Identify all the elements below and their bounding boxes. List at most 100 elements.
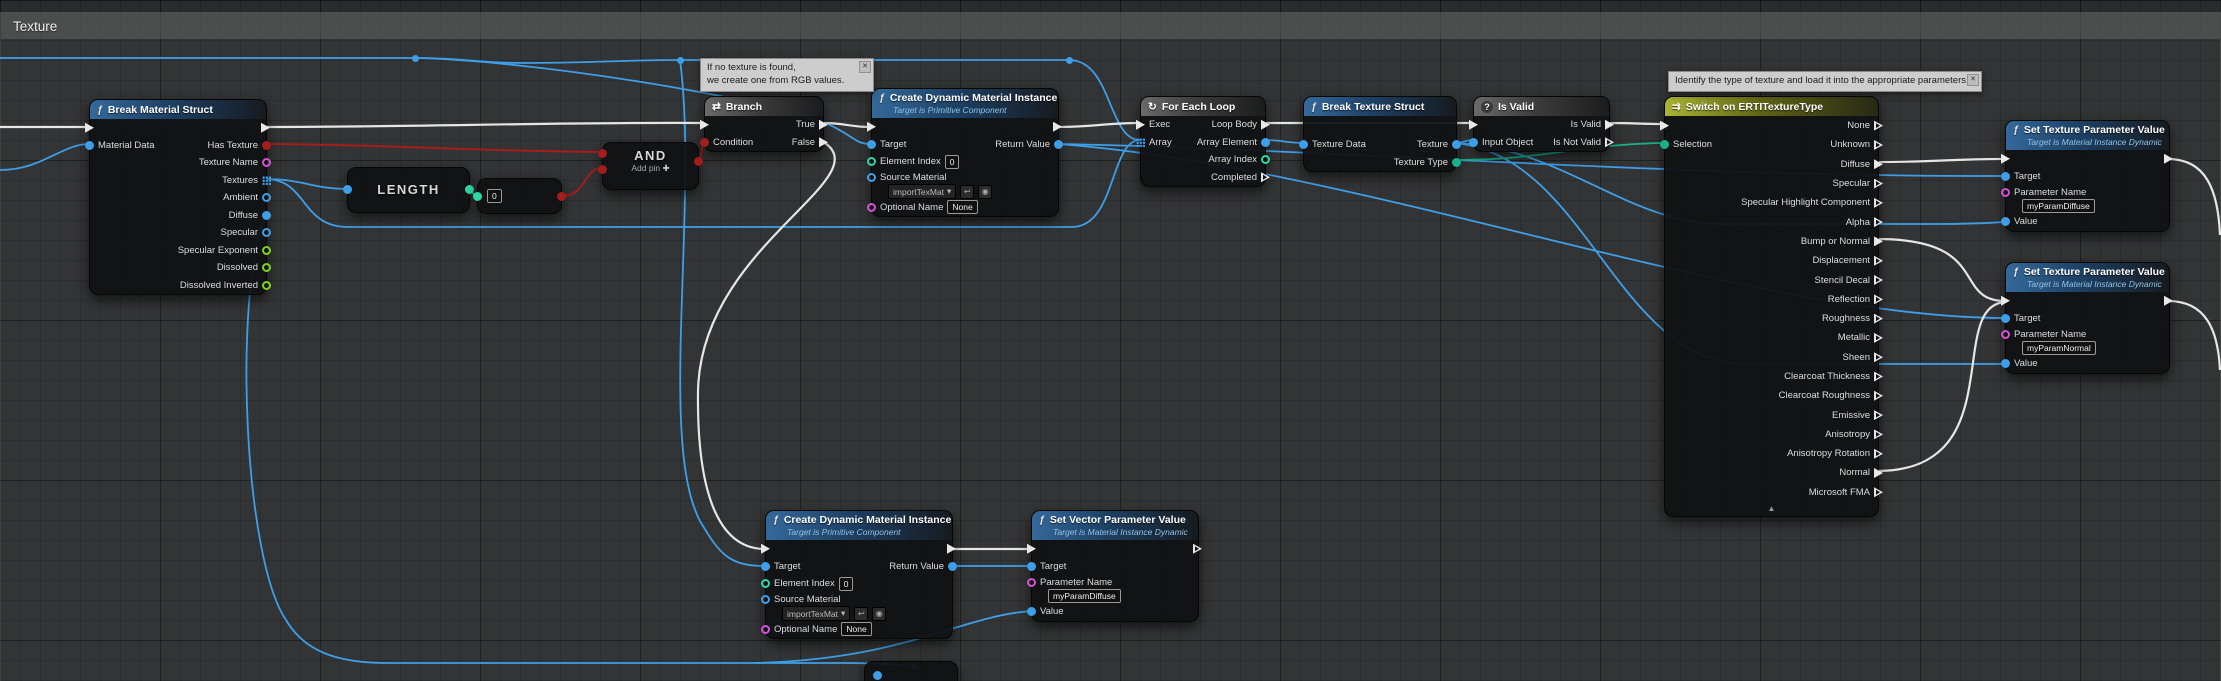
pin-target[interactable] (761, 562, 770, 571)
pin-target[interactable] (867, 140, 876, 149)
exec-in-pin[interactable] (761, 544, 770, 554)
close-icon[interactable]: ✕ (1967, 74, 1979, 86)
parameter-name-box[interactable]: myParamNormal (2022, 341, 2096, 355)
pin-textures-array[interactable] (262, 176, 271, 185)
node-set-texture-parameter-value-2[interactable]: ƒ Set Texture Parameter Value Target is … (2005, 262, 2170, 374)
value-box[interactable]: 0 (487, 189, 502, 203)
exec-in-pin[interactable] (1136, 120, 1145, 130)
pin-element-index[interactable] (867, 157, 876, 166)
pin-material-data[interactable] (85, 141, 94, 150)
reroute-node[interactable] (677, 57, 684, 64)
node-for-each-loop[interactable]: ↻ For Each Loop Exec Loop Body Array Arr… (1140, 96, 1266, 187)
exec-in-pin[interactable] (867, 122, 876, 132)
pin-selection[interactable] (1660, 140, 1669, 149)
node-is-valid[interactable]: ? Is Valid Is Valid Input Object Is Not … (1473, 96, 1610, 152)
pin-label: Reflection (1828, 294, 1870, 305)
source-material-dropdown[interactable]: importTexMat ▾ (782, 606, 850, 621)
node-subtitle: Target is Primitive Component (787, 527, 945, 537)
pin-parameter-name[interactable] (2001, 330, 2010, 339)
pin-parameter-name[interactable] (2001, 188, 2010, 197)
node-array-length[interactable]: LENGTH (347, 167, 470, 213)
pin-source-material[interactable] (761, 595, 770, 604)
node-greater[interactable]: 0 (477, 178, 562, 214)
pin-texture-data[interactable] (1299, 140, 1308, 149)
node-set-vector-parameter-value[interactable]: ƒ Set Vector Parameter Value Target is M… (1031, 510, 1199, 622)
pin-dissolved-inverted[interactable] (262, 281, 271, 290)
comment-title-bar[interactable]: Texture (1, 13, 2220, 39)
pin-target[interactable] (2001, 314, 2010, 323)
pin-condition[interactable] (700, 138, 709, 147)
pin-a-in[interactable] (473, 192, 482, 201)
use-asset-icon[interactable]: ↩ (854, 607, 868, 621)
pin-label: Stencil Decal (1815, 275, 1870, 286)
element-index-box[interactable]: 0 (839, 577, 854, 591)
pin-label: Value (2014, 358, 2038, 369)
pin-value[interactable] (2001, 217, 2010, 226)
pin-array-element[interactable] (1261, 138, 1270, 147)
pin-return-value[interactable] (948, 562, 957, 571)
pin-and-in-b[interactable] (598, 165, 607, 174)
exec-in-pin[interactable] (2001, 154, 2010, 164)
pin-and-in-a[interactable] (598, 149, 607, 158)
add-pin-expander[interactable]: ▲ (1665, 502, 1878, 516)
pin-length-out[interactable] (465, 185, 474, 194)
pin-return-value[interactable] (1054, 140, 1063, 149)
pin-value[interactable] (2001, 359, 2010, 368)
browse-icon[interactable]: ◉ (872, 607, 886, 621)
pin-optional-name[interactable] (761, 625, 770, 634)
node-break-material-struct[interactable]: ƒ Break Material Struct Material Data Ha… (89, 99, 267, 295)
exec-in-pin[interactable] (1027, 544, 1036, 554)
pin-target[interactable] (2001, 172, 2010, 181)
node-and[interactable]: AND Add pin ✚ (602, 142, 699, 190)
pin-input-object[interactable] (1469, 138, 1478, 147)
exec-in-pin[interactable] (2001, 296, 2010, 306)
close-icon[interactable]: ✕ (859, 61, 871, 73)
exec-in-pin[interactable] (1469, 120, 1478, 130)
pin-label: False (792, 137, 815, 148)
exec-in-pin[interactable] (1660, 121, 1669, 131)
pin-element-index[interactable] (761, 579, 770, 588)
pin-label: Value (1040, 606, 1064, 617)
source-material-dropdown[interactable]: importTexMat ▾ (888, 184, 956, 199)
node-create-dynamic-material-instance-1[interactable]: ƒ Create Dynamic Material Instance Targe… (871, 88, 1059, 217)
node-branch[interactable]: ⇄ Branch True Condition False (704, 96, 824, 152)
node-switch-on-ertitexturetype[interactable]: ⇉ Switch on ERTITextureType None Selecti… (1664, 96, 1879, 517)
node-set-texture-parameter-value-1[interactable]: ƒ Set Texture Parameter Value Target is … (2005, 120, 2170, 232)
partial-node[interactable] (864, 661, 958, 681)
node-title: Set Vector Parameter Value (1050, 514, 1186, 526)
browse-icon[interactable]: ◉ (978, 185, 992, 199)
pin-array-in[interactable] (1136, 138, 1145, 147)
pin-value[interactable] (1027, 607, 1036, 616)
pin-texture-type[interactable] (1452, 158, 1461, 167)
pin-has-texture[interactable] (262, 141, 271, 150)
exec-in-pin[interactable] (700, 120, 709, 130)
pin-target[interactable] (1027, 562, 1036, 571)
pin-optional-name[interactable] (867, 203, 876, 212)
optional-name-box[interactable]: None (841, 622, 871, 636)
pin-parameter-name[interactable] (1027, 578, 1036, 587)
pin-and-out[interactable] (694, 157, 703, 166)
pin-label: Return Value (889, 561, 944, 572)
pin-array-in[interactable] (343, 185, 352, 194)
parameter-name-box[interactable]: myParamDiffuse (1048, 589, 1121, 603)
function-icon: ƒ (773, 514, 779, 526)
add-pin-button[interactable]: Add pin ✚ (603, 163, 698, 174)
pin-specular-exponent[interactable] (262, 246, 271, 255)
pin-result-out[interactable] (557, 192, 566, 201)
node-create-dynamic-material-instance-2[interactable]: ƒ Create Dynamic Material Instance Targe… (765, 510, 953, 639)
element-index-box[interactable]: 0 (945, 155, 960, 169)
blueprint-canvas[interactable]: Texture (0, 0, 2221, 681)
pin-source-material[interactable] (867, 173, 876, 182)
reroute-node[interactable] (1066, 57, 1073, 64)
exec-in-pin[interactable] (85, 123, 94, 133)
pin-label: Anisotropy (1825, 429, 1870, 440)
pin-label: Normal (1839, 467, 1870, 478)
reroute-node[interactable] (412, 55, 419, 62)
pin-diffuse[interactable] (262, 211, 271, 220)
parameter-name-box[interactable]: myParamDiffuse (2022, 199, 2095, 213)
node-break-texture-struct[interactable]: ƒ Break Texture Struct Texture Data Text… (1303, 96, 1457, 172)
pin-partial[interactable] (873, 671, 882, 680)
pin-label: Specular Exponent (178, 245, 258, 256)
use-asset-icon[interactable]: ↩ (960, 185, 974, 199)
optional-name-box[interactable]: None (947, 200, 977, 214)
